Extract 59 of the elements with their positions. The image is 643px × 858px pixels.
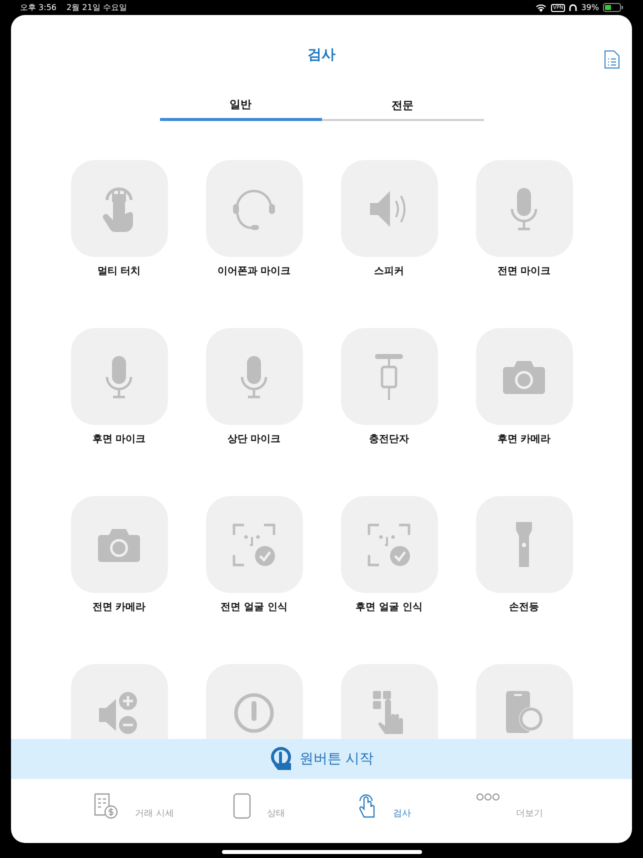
test-label: 충전단자 — [369, 433, 409, 446]
test-tile[interactable] — [476, 160, 572, 257]
test-label: 전면 카메라 — [92, 601, 146, 614]
test-tile[interactable] — [70, 496, 168, 593]
power-button-icon — [232, 690, 276, 734]
face-scan-icon — [367, 522, 411, 566]
test-tile[interactable] — [476, 328, 572, 425]
one-button-start-button[interactable]: 원버튼 시작 — [11, 739, 632, 779]
test-tile[interactable] — [340, 160, 438, 257]
charging-connector-icon — [374, 352, 404, 400]
phone-icon — [232, 793, 251, 819]
status-date: 2월 21일 수요일 — [66, 2, 127, 13]
headphones-icon — [569, 4, 578, 12]
camera-icon — [502, 358, 546, 394]
microphone-icon — [105, 354, 133, 398]
test-tile[interactable] — [340, 496, 438, 593]
receipt-coin-icon — [93, 793, 120, 819]
wifi-icon — [535, 3, 548, 12]
microphone-icon — [510, 186, 538, 230]
battery-icon — [603, 3, 623, 12]
test-label: 스피커 — [374, 265, 404, 278]
tab[interactable]: 일반 — [160, 95, 322, 121]
face-scan-icon — [232, 522, 276, 566]
test-label: 손전등 — [509, 601, 539, 614]
tab-bar-item[interactable]: 검사 — [322, 779, 447, 843]
test-label: 후면 마이크 — [92, 433, 146, 446]
test-label: 멀티 터치 — [97, 265, 141, 278]
test-tile[interactable] — [206, 328, 302, 425]
tab-bar-item[interactable]: 거래 시세 — [71, 779, 196, 843]
test-tile[interactable] — [340, 328, 438, 425]
tab[interactable]: 전문 — [322, 95, 484, 121]
touch-icon — [357, 793, 378, 819]
microphone-icon — [240, 354, 268, 398]
test-tile[interactable] — [206, 160, 302, 257]
page-title: 검사 — [308, 46, 336, 64]
test-tile[interactable] — [70, 664, 168, 739]
test-label: 후면 얼굴 인식 — [356, 601, 422, 614]
camera-icon — [97, 526, 141, 562]
test-label: 후면 카메라 — [497, 433, 551, 446]
flashlight-icon — [514, 520, 534, 568]
test-tile[interactable] — [476, 664, 572, 739]
test-label: 전면 마이크 — [497, 265, 551, 278]
phone-search-icon — [504, 690, 544, 736]
test-tile[interactable] — [70, 328, 168, 425]
test-tile[interactable] — [476, 496, 572, 593]
test-label: 이어폰과 마이크 — [217, 265, 291, 278]
tab-bar-item[interactable]: 더보기 — [446, 779, 572, 843]
test-tile[interactable] — [206, 496, 302, 593]
status-time: 오후 3:56 — [20, 2, 57, 13]
more-icon — [476, 793, 500, 801]
battery-percent: 39% — [581, 3, 599, 12]
test-tile[interactable] — [206, 664, 302, 739]
touch-start-icon — [269, 747, 294, 771]
tab-bar-item[interactable]: 상태 — [196, 779, 322, 843]
test-tile[interactable] — [340, 664, 438, 739]
document-list-icon[interactable] — [604, 50, 620, 69]
test-tile[interactable] — [70, 160, 168, 257]
test-label: 전면 얼굴 인식 — [220, 601, 288, 614]
test-label: 상단 마이크 — [227, 433, 281, 446]
